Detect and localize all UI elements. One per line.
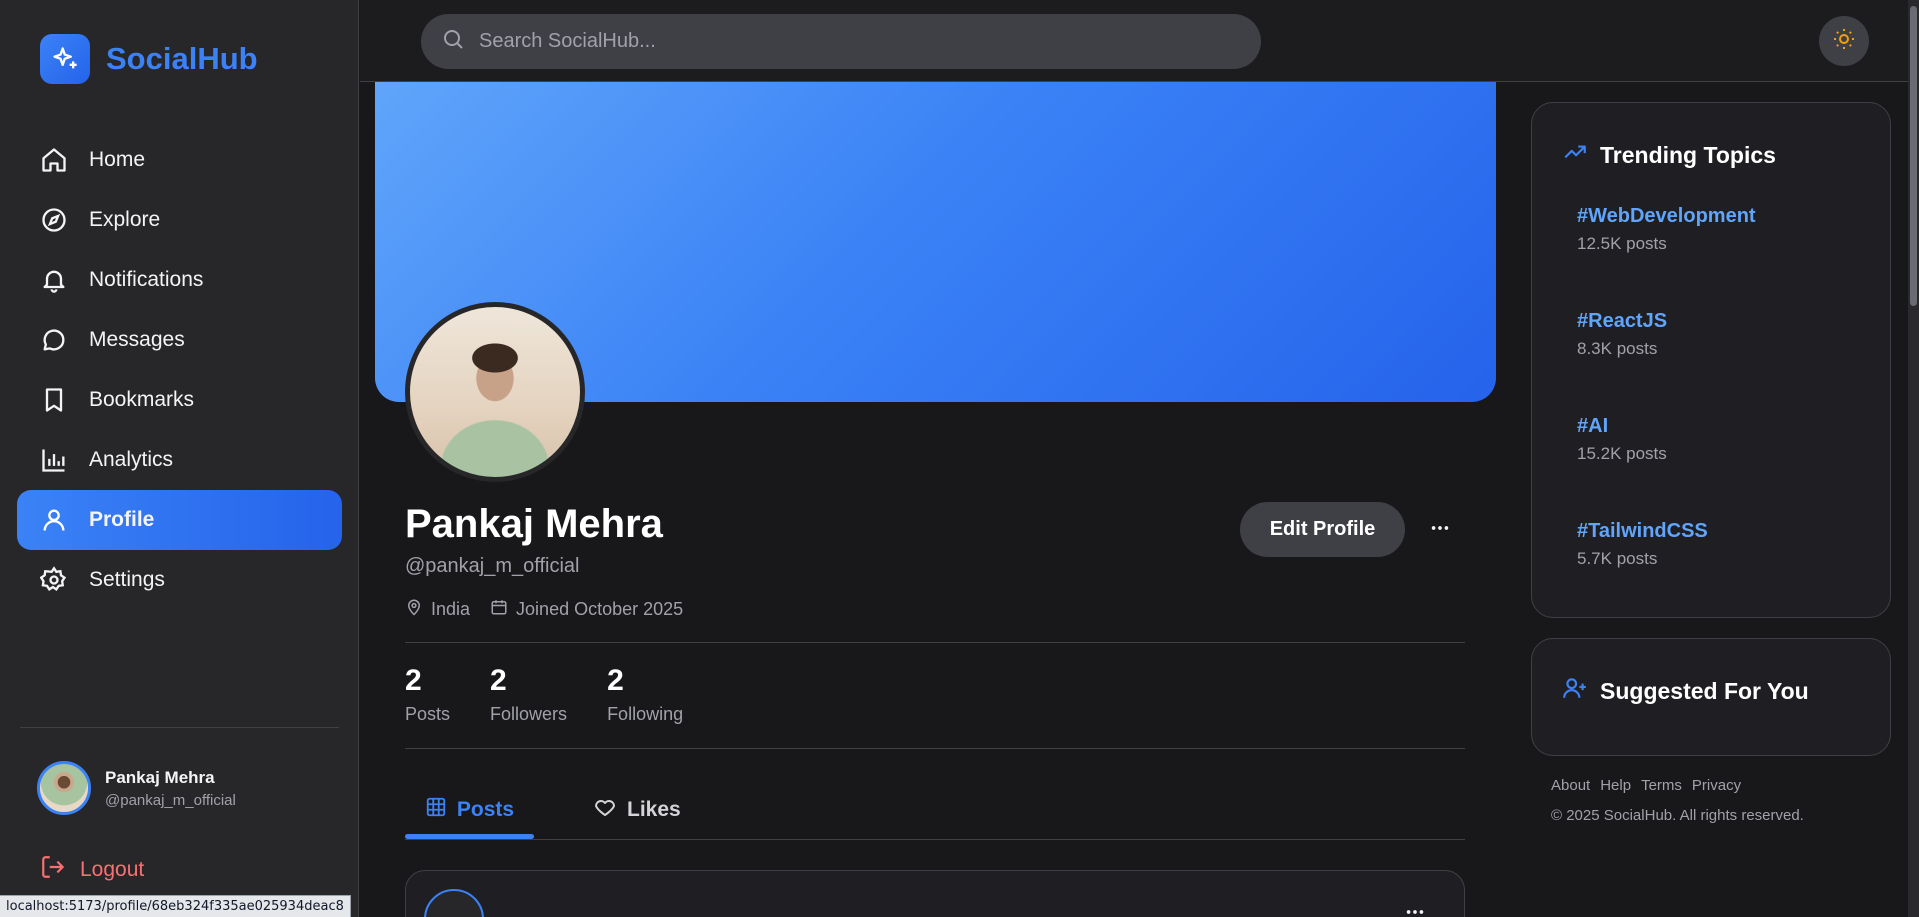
sidebar-item-analytics[interactable]: Analytics	[17, 430, 342, 490]
sidebar-user-handle: @pankaj_m_official	[105, 791, 236, 809]
post-card[interactable]	[405, 870, 1465, 917]
status-bar-url: localhost:5173/profile/68eb324f335ae0259…	[0, 895, 351, 917]
compass-icon	[39, 205, 69, 235]
map-pin-icon	[405, 598, 423, 621]
trending-title: Trending Topics	[1562, 139, 1776, 171]
scrollbar-thumb[interactable]	[1910, 6, 1917, 306]
user-icon	[39, 505, 69, 535]
more-horizontal-icon[interactable]	[1404, 901, 1426, 917]
footer-links: About Help Terms Privacy	[1551, 777, 1751, 794]
trending-item[interactable]: #TailwindCSS 5.7K posts	[1577, 520, 1708, 569]
logo[interactable]: SocialHub	[40, 34, 258, 84]
sidebar-item-label: Home	[89, 148, 146, 171]
sidebar-item-label: Messages	[89, 328, 185, 351]
profile-location: India	[405, 598, 470, 621]
footer-link-privacy[interactable]: Privacy	[1692, 777, 1741, 794]
active-tab-indicator	[405, 834, 534, 839]
sidebar-item-messages[interactable]: Messages	[17, 310, 342, 370]
trending-item[interactable]: #AI 15.2K posts	[1577, 415, 1667, 464]
copyright: © 2025 SocialHub. All rights reserved.	[1551, 807, 1804, 824]
divider	[405, 748, 1465, 749]
profile-name: Pankaj Mehra	[405, 502, 663, 546]
tab-posts[interactable]: Posts	[405, 780, 534, 839]
sidebar-item-home[interactable]: Home	[17, 130, 342, 190]
sidebar-item-explore[interactable]: Explore	[17, 190, 342, 250]
profile-handle: @pankaj_m_official	[405, 555, 580, 577]
heart-icon	[593, 795, 617, 825]
home-icon	[39, 145, 69, 175]
logout-icon	[40, 854, 66, 886]
stat-followers[interactable]: 2 Followers	[490, 664, 567, 725]
profile-stats: 2 Posts 2 Followers 2 Following	[405, 664, 723, 725]
search-input[interactable]	[479, 30, 1239, 53]
sparkles-icon	[40, 34, 90, 84]
logout-label: Logout	[80, 858, 145, 881]
trending-item[interactable]: #ReactJS 8.3K posts	[1577, 310, 1667, 359]
avatar	[424, 889, 484, 917]
more-horizontal-icon	[1429, 517, 1451, 544]
stat-following[interactable]: 2 Following	[607, 664, 683, 725]
profile-meta: India Joined October 2025	[405, 598, 703, 621]
sidebar-item-label: Bookmarks	[89, 388, 195, 411]
sidebar-item-settings[interactable]: Settings	[17, 550, 342, 610]
scrollbar[interactable]	[1908, 0, 1919, 917]
grid-icon	[425, 796, 447, 824]
divider	[405, 642, 1465, 643]
profile-tabs: Posts Likes	[405, 780, 1465, 840]
sidebar-item-label: Settings	[89, 568, 165, 591]
sidebar-item-notifications[interactable]: Notifications	[17, 250, 342, 310]
sidebar-divider	[20, 727, 339, 728]
message-icon	[39, 325, 69, 355]
edit-profile-button[interactable]: Edit Profile	[1240, 502, 1405, 557]
user-plus-icon	[1562, 675, 1588, 707]
app-name: SocialHub	[106, 41, 258, 76]
profile-joined: Joined October 2025	[490, 598, 683, 621]
footer-link-about[interactable]: About	[1551, 777, 1590, 794]
logout-button[interactable]: Logout	[40, 854, 144, 886]
bookmark-icon	[39, 385, 69, 415]
sidebar-item-bookmarks[interactable]: Bookmarks	[17, 370, 342, 430]
search-bar[interactable]	[421, 14, 1261, 69]
more-options-button[interactable]	[1425, 515, 1455, 545]
theme-toggle-button[interactable]	[1819, 16, 1869, 66]
bell-icon	[39, 265, 69, 295]
bar-chart-icon	[39, 445, 69, 475]
topbar	[360, 0, 1908, 82]
sidebar-item-label: Profile	[89, 508, 155, 531]
gear-icon	[39, 565, 69, 595]
sidebar-nav: Home Explore Notifications Messages Book…	[17, 130, 342, 610]
sidebar-item-label: Explore	[89, 208, 161, 231]
search-icon	[441, 27, 465, 56]
footer-link-terms[interactable]: Terms	[1641, 777, 1682, 794]
avatar	[37, 761, 91, 815]
stat-posts[interactable]: 2 Posts	[405, 664, 450, 725]
sidebar-item-label: Analytics	[89, 448, 174, 471]
suggested-card: Suggested For You	[1531, 638, 1891, 756]
sidebar: SocialHub Home Explore Notifications Mes…	[0, 0, 359, 917]
sun-icon	[1832, 27, 1856, 56]
sidebar-user-name: Pankaj Mehra	[105, 767, 215, 787]
trending-card: Trending Topics #WebDevelopment 12.5K po…	[1531, 102, 1891, 618]
trending-item[interactable]: #WebDevelopment 12.5K posts	[1577, 205, 1756, 254]
profile-avatar[interactable]	[405, 302, 585, 482]
tab-likes[interactable]: Likes	[593, 780, 681, 839]
footer-link-help[interactable]: Help	[1600, 777, 1631, 794]
sidebar-user[interactable]: Pankaj Mehra @pankaj_m_official	[37, 761, 236, 815]
sidebar-item-profile[interactable]: Profile	[17, 490, 342, 550]
suggested-title: Suggested For You	[1562, 675, 1809, 707]
trending-up-icon	[1562, 139, 1588, 171]
sidebar-item-label: Notifications	[89, 268, 204, 291]
calendar-icon	[490, 598, 508, 621]
